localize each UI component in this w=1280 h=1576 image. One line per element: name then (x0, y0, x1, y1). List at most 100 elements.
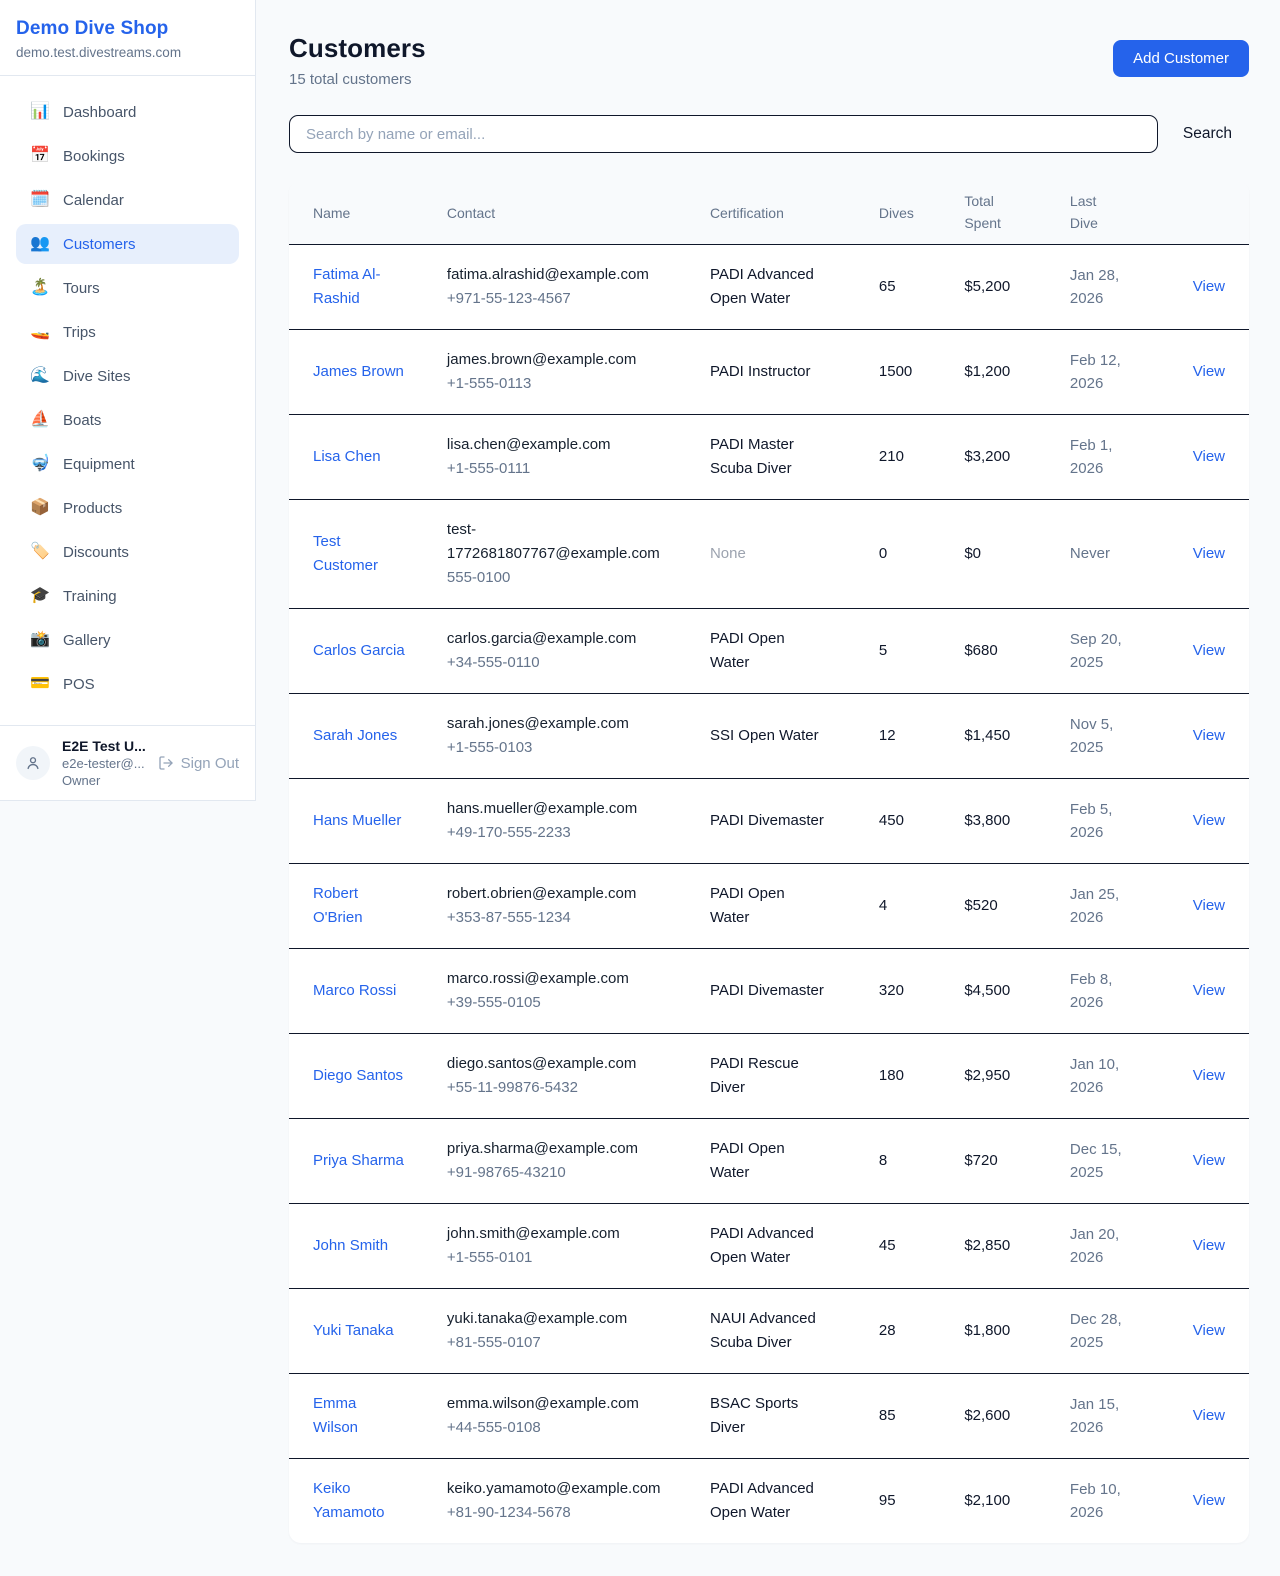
customer-name-link[interactable]: Robert O'Brien (313, 882, 405, 930)
sidebar-nav: 📊 Dashboard 📅 Bookings 🗓️ Calendar 👥 Cus… (0, 76, 255, 708)
view-link[interactable]: View (1193, 363, 1225, 380)
sign-out-button[interactable]: Sign Out (158, 755, 239, 772)
view-link[interactable]: View (1193, 812, 1225, 829)
sidebar-item-training[interactable]: 🎓 Training (16, 576, 239, 616)
column-header-dives: Dives (867, 181, 952, 245)
customer-dives: 12 (879, 727, 896, 744)
customer-total-spent: $520 (964, 897, 997, 914)
customer-name-link[interactable]: Lisa Chen (313, 445, 381, 469)
search-button[interactable]: Search (1158, 125, 1249, 143)
customer-phone: +34-555-0110 (447, 651, 686, 675)
customer-name-link[interactable]: Hans Mueller (313, 809, 401, 833)
add-customer-button[interactable]: Add Customer (1113, 40, 1249, 77)
column-header-contact: Contact (435, 181, 698, 245)
customer-name-link[interactable]: Marco Rossi (313, 979, 396, 1003)
customer-phone: 555-0100 (447, 566, 686, 590)
view-link[interactable]: View (1193, 642, 1225, 659)
customer-email: lisa.chen@example.com (447, 433, 665, 457)
customer-dives: 210 (879, 448, 904, 465)
customer-email: carlos.garcia@example.com (447, 627, 665, 651)
customer-row: James Brown james.brown@example.com +1-5… (289, 330, 1249, 415)
customer-certification: PADI Divemaster (710, 809, 824, 833)
view-link[interactable]: View (1193, 1492, 1225, 1509)
calendar-icon: 📅 (30, 148, 50, 164)
sidebar-item-dive-sites[interactable]: 🌊 Dive Sites (16, 356, 239, 396)
people-icon: 👥 (30, 236, 50, 252)
customer-certification: PADI Rescue Diver (710, 1052, 828, 1100)
avatar (16, 746, 50, 780)
customer-phone: +971-55-123-4567 (447, 287, 686, 311)
sidebar-item-tours[interactable]: 🏝️ Tours (16, 268, 239, 308)
sidebar-item-bookings[interactable]: 📅 Bookings (16, 136, 239, 176)
sidebar-item-products[interactable]: 📦 Products (16, 488, 239, 528)
view-link[interactable]: View (1193, 545, 1225, 562)
customer-name-link[interactable]: Carlos Garcia (313, 639, 405, 663)
customer-name-link[interactable]: Test Customer (313, 530, 405, 578)
customer-last-dive: Jan 15, 2026 (1070, 1393, 1132, 1440)
sidebar-item-customers[interactable]: 👥 Customers (16, 224, 239, 264)
customer-certification: PADI Open Water (710, 1137, 828, 1185)
customer-name-link[interactable]: Emma Wilson (313, 1392, 405, 1440)
view-link[interactable]: View (1193, 1407, 1225, 1424)
view-link[interactable]: View (1193, 982, 1225, 999)
customers-table-card: NameContactCertificationDivesTotal Spent… (289, 181, 1249, 1543)
sidebar-item-label: Trips (63, 324, 96, 341)
customer-name-link[interactable]: James Brown (313, 360, 404, 384)
customer-name-link[interactable]: John Smith (313, 1234, 388, 1258)
user-role: Owner (62, 773, 146, 788)
sidebar-item-dashboard[interactable]: 📊 Dashboard (16, 92, 239, 132)
customer-name-link[interactable]: Yuki Tanaka (313, 1319, 394, 1343)
customer-row: Sarah Jones sarah.jones@example.com +1-5… (289, 694, 1249, 779)
customer-email: priya.sharma@example.com (447, 1137, 665, 1161)
user-email: e2e-tester@... (62, 756, 146, 771)
customer-name-link[interactable]: Priya Sharma (313, 1149, 404, 1173)
sidebar-item-label: Calendar (63, 192, 124, 209)
brand: Demo Dive Shop demo.test.divestreams.com (0, 0, 255, 76)
customer-last-dive: Feb 5, 2026 (1070, 798, 1132, 845)
view-link[interactable]: View (1193, 727, 1225, 744)
sidebar-item-discounts[interactable]: 🏷️ Discounts (16, 532, 239, 572)
view-link[interactable]: View (1193, 448, 1225, 465)
customer-row: Fatima Al-Rashid fatima.alrashid@example… (289, 245, 1249, 330)
customer-email: sarah.jones@example.com (447, 712, 665, 736)
sidebar-item-trips[interactable]: 🚤 Trips (16, 312, 239, 352)
customer-email: diego.santos@example.com (447, 1052, 665, 1076)
customer-dives: 450 (879, 812, 904, 829)
customer-total-spent: $4,500 (964, 982, 1010, 999)
customer-name-link[interactable]: Diego Santos (313, 1064, 403, 1088)
sidebar-item-label: Dashboard (63, 104, 136, 121)
customer-email: john.smith@example.com (447, 1222, 665, 1246)
sidebar-item-pos[interactable]: 💳 POS (16, 664, 239, 704)
view-link[interactable]: View (1193, 897, 1225, 914)
customer-name-link[interactable]: Fatima Al-Rashid (313, 263, 405, 311)
view-link[interactable]: View (1193, 1152, 1225, 1169)
customer-certification: PADI Divemaster (710, 979, 824, 1003)
customer-email: emma.wilson@example.com (447, 1392, 665, 1416)
column-header-total-spent: Total Spent (952, 181, 1058, 245)
customer-phone: +81-555-0107 (447, 1331, 686, 1355)
customer-certification: PADI Master Scuba Diver (710, 433, 828, 481)
search-input[interactable] (289, 115, 1158, 153)
sidebar-item-gallery[interactable]: 📸 Gallery (16, 620, 239, 660)
customer-total-spent: $3,800 (964, 812, 1010, 829)
customer-last-dive: Feb 12, 2026 (1070, 349, 1132, 396)
customer-row: Lisa Chen lisa.chen@example.com +1-555-0… (289, 415, 1249, 500)
view-link[interactable]: View (1193, 1322, 1225, 1339)
customer-phone: +1-555-0113 (447, 372, 686, 396)
wave-icon: 🌊 (30, 368, 50, 384)
customer-total-spent: $2,950 (964, 1067, 1010, 1084)
page-title: Customers (289, 33, 426, 64)
sidebar-item-label: Boats (63, 412, 101, 429)
customer-email: fatima.alrashid@example.com (447, 263, 665, 287)
view-link[interactable]: View (1193, 278, 1225, 295)
sidebar-item-calendar[interactable]: 🗓️ Calendar (16, 180, 239, 220)
sidebar-item-equipment[interactable]: 🤿 Equipment (16, 444, 239, 484)
view-link[interactable]: View (1193, 1237, 1225, 1254)
customer-phone: +44-555-0108 (447, 1416, 686, 1440)
sidebar-item-label: Tours (63, 280, 100, 297)
customer-name-link[interactable]: Sarah Jones (313, 724, 397, 748)
customer-row: Test Customer test-1772681807767@example… (289, 500, 1249, 609)
sidebar-item-boats[interactable]: ⛵ Boats (16, 400, 239, 440)
spiral-calendar-icon: 🗓️ (30, 192, 50, 208)
view-link[interactable]: View (1193, 1067, 1225, 1084)
